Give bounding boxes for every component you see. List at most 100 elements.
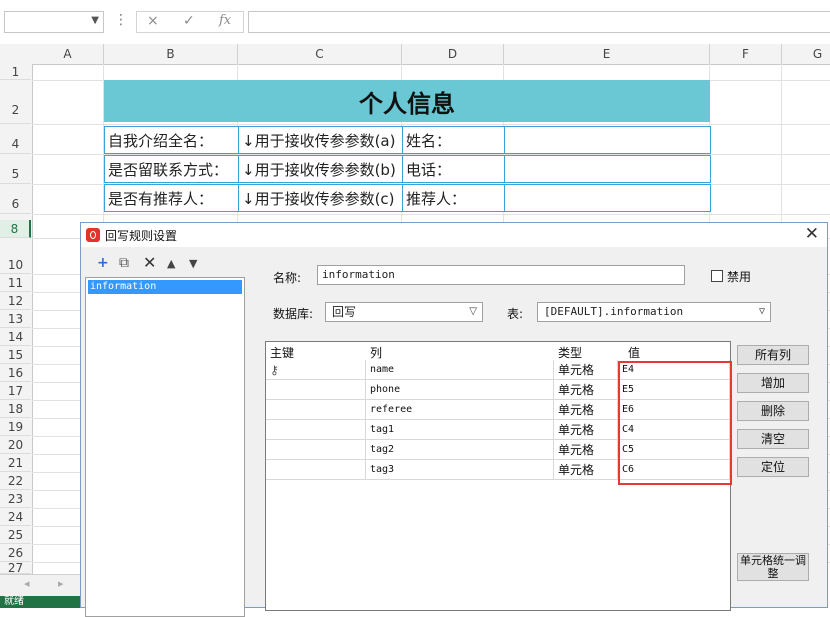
grid-header-column[interactable]: 列 (370, 344, 382, 361)
grid-cell-column[interactable]: tag1 (366, 420, 554, 440)
grid-header-value[interactable]: 值 (628, 344, 640, 361)
cancel-icon[interactable]: × (147, 13, 159, 29)
col-header-g[interactable]: G (782, 44, 830, 64)
grid-header-type[interactable]: 类型 (558, 344, 582, 361)
row-header[interactable]: 22 (0, 472, 31, 490)
row-header[interactable]: 4 (0, 124, 31, 154)
add-button[interactable]: 增加 (737, 373, 809, 393)
table-cell[interactable]: 电话： (402, 155, 505, 183)
col-header-b[interactable]: B (104, 44, 238, 64)
table-row[interactable]: referee 单元格 E6 (266, 400, 730, 420)
copy-icon[interactable]: ⧉ (119, 255, 129, 271)
move-down-icon[interactable]: ▼ (189, 257, 197, 270)
grid-cell-value[interactable]: E6 (618, 400, 730, 420)
table-row[interactable]: tag2 单元格 C5 (266, 440, 730, 460)
all-columns-button[interactable]: 所有列 (737, 345, 809, 365)
dialog-titlebar[interactable]: 回写规则设置 ✕ (81, 223, 827, 247)
table-cell[interactable]: 推荐人： (402, 184, 505, 212)
row-header[interactable]: 18 (0, 400, 31, 418)
col-header-c[interactable]: C (238, 44, 402, 64)
grid-cell-column[interactable]: name (366, 360, 554, 380)
name-box[interactable]: ▼ (4, 11, 104, 33)
grid-cell-column[interactable]: tag2 (366, 440, 554, 460)
move-up-icon[interactable]: ▲ (167, 257, 175, 270)
scroll-left-icon[interactable]: ◂ (24, 577, 30, 590)
row-header[interactable]: 20 (0, 436, 31, 454)
table-cell[interactable] (504, 126, 711, 154)
fx-icon[interactable]: fx (219, 13, 231, 28)
adjust-cells-button[interactable]: 单元格统一调整 (737, 553, 809, 581)
grid-cell-value[interactable]: C6 (618, 460, 730, 480)
table-row[interactable]: tag1 单元格 C4 (266, 420, 730, 440)
database-select[interactable]: 回写 ▽ (325, 302, 483, 322)
table-cell[interactable]: 是否有推荐人： (104, 184, 239, 212)
grid-cell-type[interactable]: 单元格 (554, 440, 618, 460)
sheet-title[interactable]: 个人信息 (104, 80, 710, 122)
table-row[interactable]: tag3 单元格 C6 (266, 460, 730, 480)
grid-cell-value[interactable]: E5 (618, 380, 730, 400)
name-input[interactable]: information (317, 265, 685, 285)
row-header[interactable]: 21 (0, 454, 31, 472)
row-header[interactable]: 11 (0, 274, 31, 292)
row-header[interactable]: 19 (0, 418, 31, 436)
grid-cell-type[interactable]: 单元格 (554, 380, 618, 400)
row-header[interactable]: 24 (0, 508, 31, 526)
grid-header-key[interactable]: 主键 (270, 344, 294, 361)
row-header[interactable]: 1 (0, 64, 31, 80)
formula-input[interactable] (248, 11, 830, 33)
row-header[interactable]: 27 (0, 562, 31, 574)
row-header[interactable]: 10 (0, 256, 31, 274)
grid-cell-type[interactable]: 单元格 (554, 360, 618, 380)
col-header-f[interactable]: F (710, 44, 782, 64)
disable-checkbox[interactable] (711, 270, 723, 282)
table-row[interactable]: phone 单元格 E5 (266, 380, 730, 400)
clear-button[interactable]: 清空 (737, 429, 809, 449)
row-header[interactable]: 23 (0, 490, 31, 508)
table-cell[interactable]: 是否留联系方式： (104, 155, 239, 183)
grid-cell-column[interactable]: referee (366, 400, 554, 420)
table-cell[interactable] (504, 184, 711, 212)
row-header[interactable]: 6 (0, 184, 31, 214)
row-header[interactable]: 16 (0, 364, 31, 382)
grid-cell-type[interactable]: 单元格 (554, 400, 618, 420)
row-header[interactable]: 14 (0, 328, 31, 346)
add-icon[interactable]: + (97, 255, 109, 271)
table-cell[interactable] (504, 155, 711, 183)
table-cell[interactable]: 姓名： (402, 126, 505, 154)
close-icon[interactable]: ✕ (805, 224, 819, 244)
grid-cell-column[interactable]: phone (366, 380, 554, 400)
delete-icon[interactable]: ✕ (143, 253, 156, 272)
table-cell[interactable]: ↓用于接收传参参数(b) (238, 155, 403, 183)
row-header[interactable]: 17 (0, 382, 31, 400)
row-header[interactable]: 26 (0, 544, 31, 562)
table-select[interactable]: [DEFAULT].information ▽ (537, 302, 771, 322)
row-header[interactable]: 12 (0, 292, 31, 310)
chevron-down-icon[interactable]: ▼ (91, 15, 99, 26)
rule-list-item[interactable]: information (88, 280, 242, 294)
row-header[interactable]: 25 (0, 526, 31, 544)
col-header-d[interactable]: D (402, 44, 504, 64)
enter-icon[interactable]: ✓ (183, 13, 195, 29)
more-icon: ⋮ (114, 12, 128, 28)
scroll-right-icon[interactable]: ▸ (58, 577, 64, 590)
locate-button[interactable]: 定位 (737, 457, 809, 477)
row-header[interactable]: 2 (0, 80, 31, 124)
table-cell[interactable]: ↓用于接收传参参数(c) (238, 184, 403, 212)
delete-button[interactable]: 删除 (737, 401, 809, 421)
table-row[interactable]: ⚷ name 单元格 E4 (266, 360, 730, 380)
row-header[interactable]: 15 (0, 346, 31, 364)
grid-cell-value[interactable]: E4 (618, 360, 730, 380)
col-header-a[interactable]: A (32, 44, 104, 64)
grid-cell-value[interactable]: C4 (618, 420, 730, 440)
grid-cell-column[interactable]: tag3 (366, 460, 554, 480)
rule-list[interactable]: information (85, 277, 245, 617)
row-header[interactable]: 5 (0, 154, 31, 184)
grid-cell-type[interactable]: 单元格 (554, 460, 618, 480)
row-header[interactable]: 13 (0, 310, 31, 328)
col-header-e[interactable]: E (504, 44, 710, 64)
table-cell[interactable]: ↓用于接收传参参数(a) (238, 126, 403, 154)
grid-cell-value[interactable]: C5 (618, 440, 730, 460)
table-cell[interactable]: 自我介绍全名： (104, 126, 239, 154)
grid-cell-type[interactable]: 单元格 (554, 420, 618, 440)
row-header[interactable]: 8 (0, 220, 31, 238)
